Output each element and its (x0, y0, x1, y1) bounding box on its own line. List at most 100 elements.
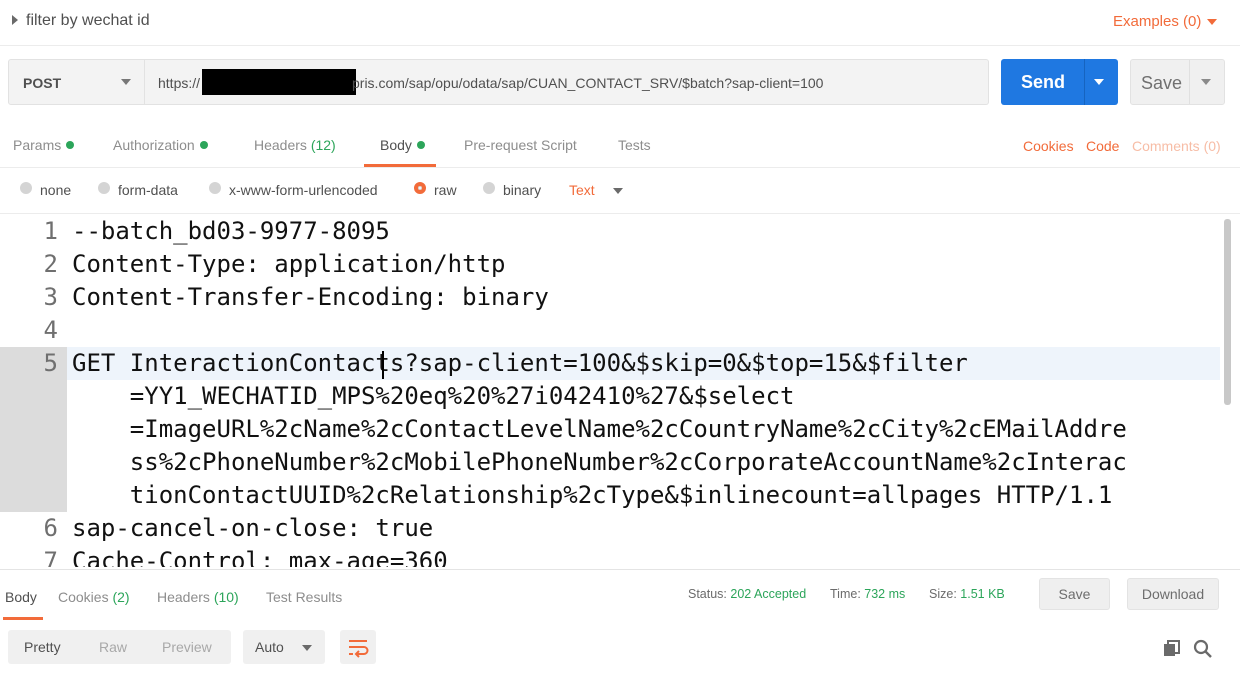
url-redaction (202, 69, 356, 95)
radio-icon (98, 182, 110, 194)
chevron-down-icon[interactable] (1207, 19, 1217, 25)
radio-none[interactable]: none (20, 182, 71, 198)
wrap-lines-icon (349, 640, 369, 658)
view-raw[interactable]: Raw (99, 639, 127, 655)
save-button[interactable]: Save (1130, 59, 1225, 105)
comments-link[interactable]: Comments (0) (1132, 138, 1221, 154)
time-value: 732 ms (864, 587, 906, 601)
code-text: Content-Type: application/http (72, 250, 506, 278)
view-pretty[interactable]: Pretty (24, 639, 61, 655)
code-link[interactable]: Code (1086, 138, 1119, 154)
radio-icon (20, 182, 32, 194)
chevron-down-icon[interactable] (613, 188, 623, 194)
line-number: 1 (43, 217, 58, 245)
method-select[interactable]: POST (8, 59, 145, 105)
tab-label: Tests (618, 137, 651, 153)
tab-authorization[interactable]: Authorization (113, 137, 208, 153)
request-tabs: Params Authorization Headers (12) Body P… (0, 124, 1240, 168)
tab-count: (10) (213, 589, 239, 605)
response-tab-test-results[interactable]: Test Results (266, 589, 342, 605)
size-label: Size: (929, 587, 957, 601)
response-tab-cookies[interactable]: Cookies (2) (58, 589, 130, 605)
radio-binary[interactable]: binary (483, 182, 541, 198)
save-label: Save (1141, 73, 1183, 93)
code-text: =ImageURL%2cName%2cContactLevelName%2cCo… (72, 415, 1127, 443)
save-response-button[interactable]: Save (1039, 578, 1110, 610)
line-number: 7 (43, 547, 58, 567)
radio-icon (483, 182, 495, 194)
code-text: ss%2cPhoneNumber%2cMobilePhoneNumber%2cC… (72, 448, 1127, 476)
collapse-caret-icon[interactable] (12, 15, 18, 25)
radio-label: x-www-form-urlencoded (229, 182, 378, 198)
radio-label: form-data (118, 182, 178, 198)
line-number: 2 (43, 250, 58, 278)
tab-count: (12) (310, 137, 336, 153)
response-header: Body Cookies (2) Headers (10) Test Resul… (0, 569, 1240, 620)
url-input[interactable]: https:// pris.com/sap/opu/odata/sap/CUAN… (145, 59, 989, 105)
format-dropdown[interactable]: Auto (243, 630, 325, 664)
radio-raw[interactable]: raw (414, 182, 457, 198)
code-text: sap-cancel-on-close: true (72, 514, 434, 542)
method-label: POST (23, 75, 62, 91)
request-title[interactable]: filter by wechat id (26, 12, 150, 30)
radio-label: binary (503, 182, 542, 198)
line-number: 3 (43, 283, 58, 311)
tab-tests[interactable]: Tests (618, 137, 651, 153)
response-time: Time: 732 ms (830, 587, 905, 601)
code-text: --batch_bd03-9977-8095 (72, 217, 390, 245)
size-value: 1.51 KB (960, 587, 1005, 601)
active-tab-indicator (364, 164, 436, 167)
code-text: Cache-Control: max-age=360 (72, 547, 448, 567)
view-mode-toggle: Pretty Raw Preview (8, 630, 231, 664)
text-cursor (382, 351, 384, 379)
editor-scrollbar[interactable] (1224, 219, 1231, 405)
copy-icon[interactable] (1162, 639, 1182, 659)
radio-form-data[interactable]: form-data (98, 182, 178, 198)
send-divider (1084, 59, 1085, 105)
line-number: 4 (43, 316, 58, 344)
response-size: Size: 1.51 KB (929, 587, 1005, 601)
save-divider (1189, 60, 1190, 104)
status-value: 202 Accepted (730, 587, 807, 601)
send-button[interactable]: Send (1001, 59, 1118, 105)
radio-label: none (40, 182, 72, 198)
cookies-link[interactable]: Cookies (1023, 138, 1074, 154)
status-dot-icon (416, 141, 425, 149)
tab-pre-request-script[interactable]: Pre-request Script (464, 137, 577, 153)
tab-params[interactable]: Params (13, 137, 75, 153)
view-preview[interactable]: Preview (162, 639, 212, 655)
response-tab-body[interactable]: Body (5, 589, 37, 605)
status-label: Status: (688, 587, 727, 601)
line-number: 5 (43, 349, 58, 377)
request-title-bar: filter by wechat id Examples (0) (0, 0, 1240, 46)
status-dot-icon (199, 141, 208, 149)
radio-urlencoded[interactable]: x-www-form-urlencoded (209, 182, 378, 198)
response-status: Status: 202 Accepted (688, 587, 806, 601)
format-label: Auto (255, 639, 284, 655)
tab-label: Headers (254, 137, 311, 153)
chevron-down-icon (302, 645, 312, 651)
line-number: 6 (43, 514, 58, 542)
tab-headers[interactable]: Headers (12) (254, 137, 336, 153)
body-code-editor[interactable]: 1 --batch_bd03-9977-8095 2 Content-Type: a… (0, 215, 1240, 567)
tab-label: Cookies (58, 589, 113, 605)
url-path: pris.com/sap/opu/odata/sap/CUAN_CONTACT_… (352, 75, 824, 91)
code-text: tionContactUUID%2cRelationship%2cType&$i… (72, 481, 1113, 509)
tab-label: Pre-request Script (464, 137, 577, 153)
download-button[interactable]: Download (1127, 578, 1219, 610)
time-label: Time: (830, 587, 861, 601)
search-icon[interactable] (1193, 639, 1213, 659)
tab-label: Headers (157, 589, 214, 605)
examples-dropdown[interactable]: Examples (0) (1113, 13, 1201, 30)
save-options-chevron-icon[interactable] (1201, 79, 1211, 85)
code-text: =YY1_WECHATID_MPS%20eq%20%27i042410%27&$… (72, 382, 795, 410)
wrap-lines-button[interactable] (340, 630, 376, 664)
tab-body[interactable]: Body (380, 137, 425, 153)
tab-count: (2) (112, 589, 130, 605)
response-tab-headers[interactable]: Headers (10) (157, 589, 239, 605)
url-prefix: https:// (158, 75, 201, 91)
send-options-chevron-icon[interactable] (1094, 79, 1104, 85)
tab-label: Params (13, 137, 62, 153)
chevron-down-icon (121, 79, 131, 85)
raw-format-dropdown[interactable]: Text (569, 182, 595, 198)
